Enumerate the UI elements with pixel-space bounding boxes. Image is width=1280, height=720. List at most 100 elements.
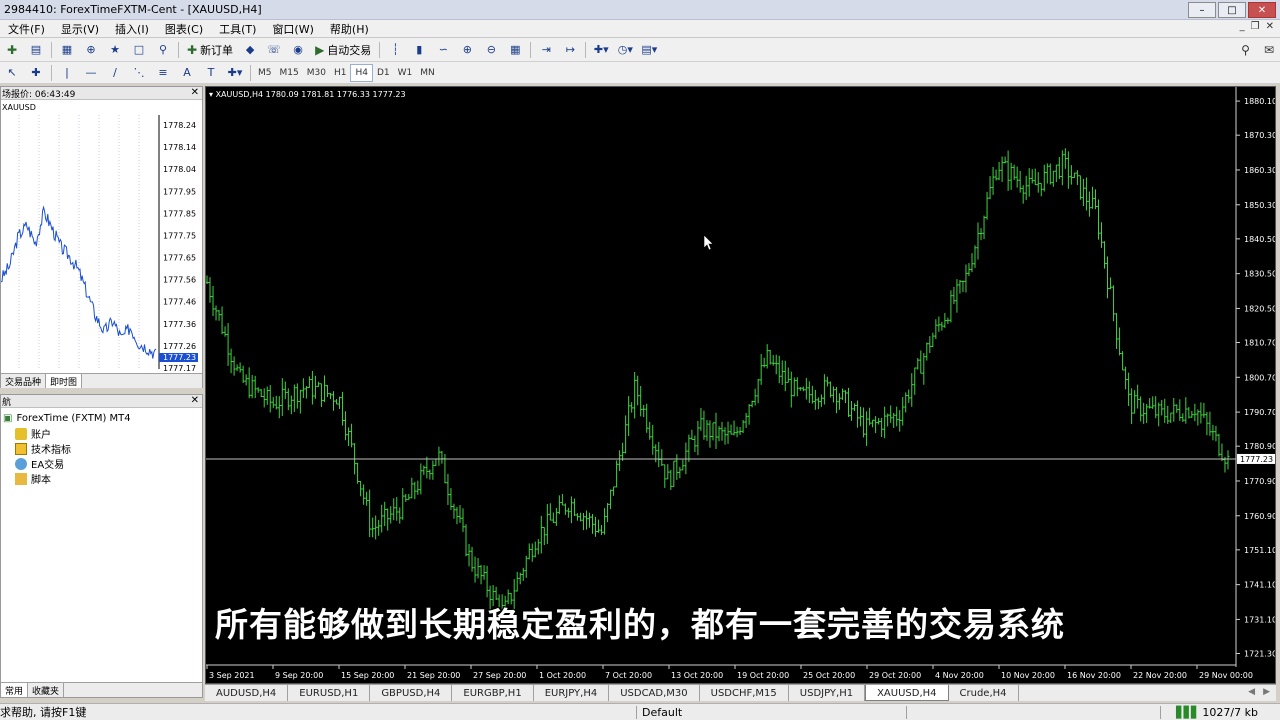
chart-tab[interactable]: EURJPY,H4 (534, 685, 610, 701)
price-bar (1036, 172, 1040, 193)
chart-tab[interactable]: EURGBP,H1 (452, 685, 534, 701)
mdi-restore-icon[interactable]: ❐ (1251, 21, 1260, 32)
timeframe-w1[interactable]: W1 (394, 64, 417, 82)
tree-item-scripts[interactable]: 脚本 (3, 471, 200, 486)
price-bar (1169, 412, 1173, 424)
vertical-line-icon[interactable]: | (57, 63, 77, 83)
price-bar (825, 376, 829, 387)
menu-view[interactable]: 显示(V) (53, 21, 107, 37)
maximize-button[interactable]: □ (1218, 2, 1246, 18)
close-icon[interactable]: ✕ (191, 87, 199, 98)
close-icon[interactable]: ✕ (191, 395, 199, 406)
timeframe-mn[interactable]: MN (416, 64, 439, 82)
price-bar (853, 403, 857, 412)
scroll-left-icon[interactable]: ◀ (1248, 687, 1255, 697)
chart-tab[interactable]: EURUSD,H1 (288, 685, 371, 701)
price-chart-canvas[interactable]: 1880.10 1870.30 1860.30 1850.30 1840.50 1830.… (205, 87, 1277, 683)
chart-tab-active[interactable]: XAUUSD,H4 (865, 685, 949, 701)
timeframe-h1[interactable]: H1 (330, 64, 351, 82)
horizontal-line-icon[interactable]: — (81, 63, 101, 83)
chart-tab[interactable]: GBPUSD,H4 (370, 685, 453, 701)
tick-price-label: 1777.17 (163, 364, 196, 373)
timeframe-m15[interactable]: M15 (276, 64, 303, 82)
price-bar (795, 377, 799, 397)
tree-root[interactable]: ▣ ForexTime (FXTM) MT4 (3, 411, 200, 426)
indicators-icon[interactable]: ✚▾ (591, 40, 611, 60)
bar-chart-icon[interactable]: ┆ (385, 40, 405, 60)
tile-windows-icon[interactable]: ▦ (505, 40, 525, 60)
auto-trading-button[interactable]: ▶ 自动交易 (312, 40, 374, 60)
menu-window[interactable]: 窗口(W) (264, 21, 321, 37)
tree-item-expert-advisors[interactable]: EA交易 (3, 456, 200, 471)
market-watch-icon[interactable]: ▦ (57, 40, 77, 60)
chart-tab[interactable]: USDJPY,H1 (789, 685, 866, 701)
cursor-icon[interactable]: ↖ (2, 63, 22, 83)
chart-tab[interactable]: AUDUSD,H4 (205, 685, 289, 701)
price-bar (413, 481, 417, 500)
search-icon[interactable]: ⚲ (1241, 43, 1250, 57)
templates-icon[interactable]: ▤▾ (639, 40, 659, 60)
chart-menu-icon[interactable]: ▾ (209, 90, 213, 99)
navigator-icon[interactable]: ★ (105, 40, 125, 60)
strategy-tester-icon[interactable]: ⚲ (153, 40, 173, 60)
zoom-out-icon[interactable]: ⊖ (481, 40, 501, 60)
data-window-icon[interactable]: ⊕ (81, 40, 101, 60)
price-bar (313, 375, 317, 399)
tab-tick-chart[interactable]: 即时图 (46, 374, 83, 388)
arrows-icon[interactable]: ✚▾ (225, 63, 245, 83)
text-label-icon[interactable]: T (201, 63, 221, 83)
timeframe-h4[interactable]: H4 (350, 63, 373, 82)
candlestick-icon[interactable]: ▮ (409, 40, 429, 60)
timeframe-m5[interactable]: M5 (254, 64, 276, 82)
tab-common[interactable]: 常用 (1, 683, 29, 697)
menu-insert[interactable]: 插入(I) (107, 21, 157, 37)
line-chart-icon[interactable]: ∽ (433, 40, 453, 60)
scroll-right-icon[interactable]: ▶ (1263, 687, 1270, 697)
price-bar (618, 450, 622, 472)
tab-favorites[interactable]: 收藏夹 (28, 683, 65, 697)
auto-scroll-icon[interactable]: ⇥ (536, 40, 556, 60)
new-chart-icon[interactable]: ✚ (2, 40, 22, 60)
chart-tab[interactable]: USDCAD,M30 (609, 685, 700, 701)
price-bar (850, 400, 854, 421)
chart-tab[interactable]: USDCHF,M15 (700, 685, 789, 701)
chart-tab[interactable]: Crude,H4 (949, 685, 1019, 701)
new-order-button[interactable]: ✚ 新订单 (184, 40, 236, 60)
channel-icon[interactable]: ⋱ (129, 63, 149, 83)
mdi-minimize-icon[interactable]: _ (1240, 21, 1245, 32)
minimize-button[interactable]: – (1188, 2, 1216, 18)
zoom-in-icon[interactable]: ⊕ (457, 40, 477, 60)
menu-file[interactable]: 文件(F) (0, 21, 53, 37)
price-bar (473, 556, 477, 583)
signals-icon[interactable]: ☏ (264, 40, 284, 60)
price-chart[interactable]: 1880.10 1870.30 1860.30 1850.30 1840.50 1830.… (205, 86, 1277, 684)
mdi-close-icon[interactable]: ✕ (1266, 21, 1274, 32)
price-bar (771, 355, 775, 366)
menu-tools[interactable]: 工具(T) (211, 21, 264, 37)
chat-icon[interactable]: ✉ (1264, 43, 1274, 57)
periods-icon[interactable]: ◷▾ (615, 40, 635, 60)
timeframe-d1[interactable]: D1 (373, 64, 394, 82)
chart-shift-icon[interactable]: ↦ (560, 40, 580, 60)
price-bar (714, 412, 718, 450)
close-button[interactable]: ✕ (1248, 2, 1276, 18)
menu-help[interactable]: 帮助(H) (322, 21, 377, 37)
trendline-icon[interactable]: ∕ (105, 63, 125, 83)
tab-symbols[interactable]: 交易品种 (1, 374, 47, 388)
tree-item-accounts[interactable]: 账户 (3, 426, 200, 441)
metaeditor-icon[interactable]: ◆ (240, 40, 260, 60)
menu-charts[interactable]: 图表(C) (157, 21, 211, 37)
price-bar (485, 565, 489, 598)
fibonacci-icon[interactable]: ≡ (153, 63, 173, 83)
text-icon[interactable]: A (177, 63, 197, 83)
timeframe-m30[interactable]: M30 (303, 64, 330, 82)
market-icon[interactable]: ◉ (288, 40, 308, 60)
price-bar (446, 473, 450, 505)
price-bar (591, 514, 595, 534)
terminal-icon[interactable]: □ (129, 40, 149, 60)
crosshair-icon[interactable]: ✚ (26, 63, 46, 83)
price-bar (877, 417, 881, 425)
profiles-icon[interactable]: ▤ (26, 40, 46, 60)
tree-item-indicators[interactable]: 技术指标 (3, 441, 200, 456)
price-bar (949, 290, 953, 323)
